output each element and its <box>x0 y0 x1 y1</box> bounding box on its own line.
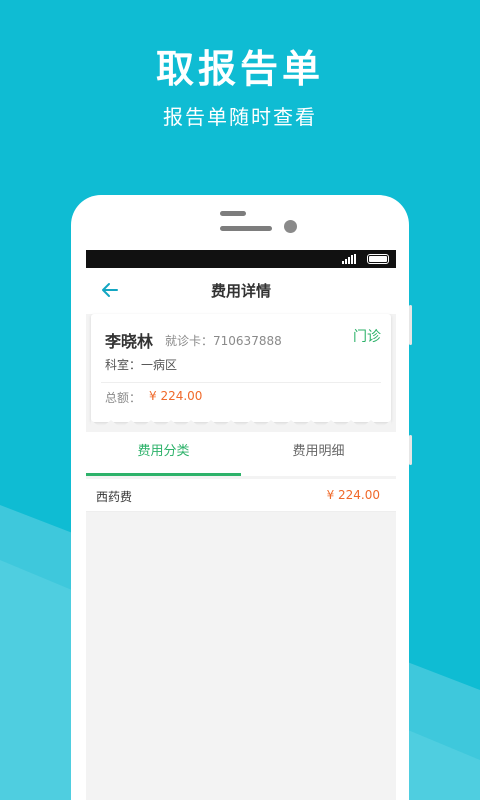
patient-name: 李晓林 <box>105 332 154 351</box>
battery-icon <box>367 254 389 264</box>
tab-fee-category[interactable]: 费用分类 <box>86 432 241 476</box>
department: 科室：一病区 <box>105 356 177 373</box>
phone-camera <box>284 220 297 233</box>
nav-bar: 费用详情 <box>86 268 396 314</box>
divider <box>101 382 381 383</box>
phone-side-button <box>409 435 412 465</box>
fee-name: 西药费 <box>96 490 133 504</box>
visit-type-badge: 门诊 <box>353 329 381 345</box>
card-number-value: 710637888 <box>213 334 282 348</box>
tab-bar: 费用分类 费用明细 <box>86 432 396 476</box>
phone-screen: 费用详情 李晓林 就诊卡：710637888 门诊 科室：一病区 总额： ¥ 2… <box>86 250 396 800</box>
arrow-left-icon[interactable] <box>100 280 120 300</box>
page-title: 费用详情 <box>210 282 271 300</box>
status-bar <box>86 250 396 268</box>
phone-speaker-top <box>220 211 246 216</box>
total-label: 总额： <box>105 391 142 405</box>
promo-title: 取报告单 <box>155 47 324 91</box>
card-number-label: 就诊卡： <box>165 334 214 348</box>
signal-icon <box>342 254 356 264</box>
tab-fee-detail[interactable]: 费用明细 <box>241 432 396 476</box>
fee-row[interactable]: 西药费 ¥ 224.00 <box>86 479 396 512</box>
fee-amount: ¥ 224.00 <box>326 488 380 502</box>
promo-subtitle: 报告单随时查看 <box>163 105 317 129</box>
tab-indicator <box>86 473 241 476</box>
patient-card-area: 李晓林 就诊卡：710637888 门诊 科室：一病区 总额： ¥ 224.00 <box>86 314 396 432</box>
phone-speaker <box>220 226 272 231</box>
total-value: ¥ 224.00 <box>149 389 203 403</box>
patient-card: 李晓林 就诊卡：710637888 门诊 科室：一病区 总额： ¥ 224.00 <box>91 314 391 422</box>
phone-side-button <box>409 305 412 345</box>
receipt-edge <box>91 420 391 428</box>
department-value: 一病区 <box>141 358 178 372</box>
card-number: 就诊卡：710637888 <box>165 332 282 349</box>
department-label: 科室： <box>105 358 142 372</box>
